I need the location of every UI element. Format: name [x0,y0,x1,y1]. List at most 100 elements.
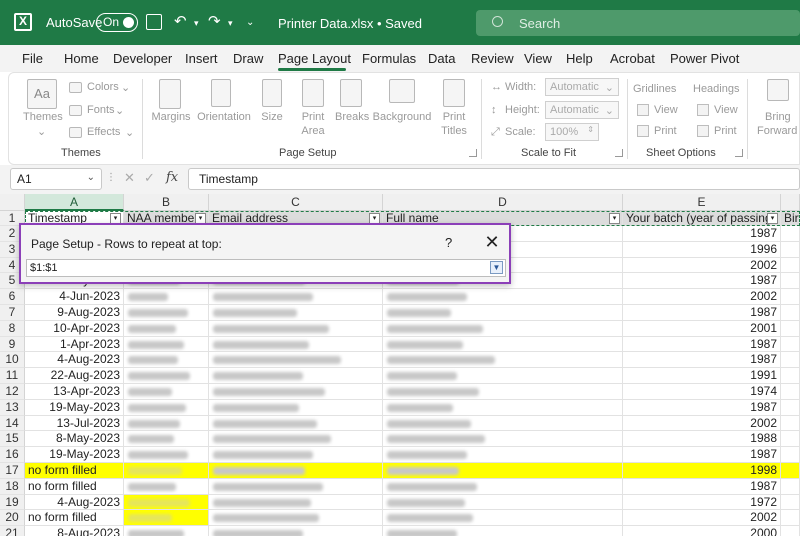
tab-review[interactable]: Review [471,51,514,66]
cell-email[interactable] [209,447,383,463]
cell-naa-member[interactable] [124,399,209,416]
cell-email[interactable] [209,368,383,384]
cell-timestamp[interactable]: 19-May-2023 [25,399,124,416]
column-header-c[interactable]: C [209,194,383,211]
cell-email[interactable] [209,336,383,353]
cell-full-name[interactable] [383,336,623,353]
cell-email[interactable] [209,399,383,416]
tab-file[interactable]: File [22,51,43,66]
cell-naa-member[interactable] [124,336,209,353]
cell-timestamp[interactable]: 9-Aug-2023 [25,305,124,321]
row-header-10[interactable]: 10 [0,352,25,369]
cell-birth[interactable] [781,494,800,511]
cell-naa-member[interactable] [124,415,209,432]
rows-range-input[interactable]: $1:$1 [26,259,506,277]
cell-timestamp[interactable]: 8-May-2023 [25,431,124,448]
cell-birth[interactable] [781,368,800,384]
cell-full-name[interactable] [383,368,623,384]
page-setup-launcher-icon[interactable] [469,149,477,157]
cell-batch[interactable]: 1987 [623,336,781,353]
cell-birth[interactable] [781,399,800,416]
headings-print-checkbox[interactable] [697,125,709,137]
filter-dropdown-icon[interactable]: ▾ [767,213,778,224]
cell-batch[interactable]: 1987 [623,352,781,369]
cell-birth[interactable] [781,226,800,242]
cell-batch[interactable]: 1998 [623,463,781,479]
cell-batch[interactable]: 2002 [623,257,781,274]
cell-naa-member[interactable] [124,510,209,527]
cell-timestamp[interactable]: 4-Jun-2023 [25,289,124,305]
cell-email[interactable] [209,305,383,321]
cell-email[interactable] [209,510,383,527]
cell-batch[interactable]: 1996 [623,241,781,258]
row-header-13[interactable]: 13 [0,399,25,416]
cell-birth[interactable] [781,447,800,463]
tab-developer[interactable]: Developer [113,51,172,66]
cell-timestamp[interactable]: 8-Aug-2023 [25,526,124,536]
row-header-9[interactable]: 9 [0,336,25,353]
cell-batch[interactable]: 2000 [623,526,781,536]
effects-button[interactable]: Effects [87,126,120,138]
redo-dropdown-icon[interactable]: ▾ [228,18,233,29]
cell-birth[interactable] [781,289,800,305]
print-titles-label-1[interactable]: Print [439,111,469,123]
cell-naa-member[interactable] [124,447,209,463]
cell-batch[interactable]: 1987 [623,399,781,416]
redo-icon[interactable]: ↷ [208,12,221,30]
cell-batch[interactable]: 1987 [623,273,781,290]
cell-naa-member[interactable] [124,478,209,495]
column-header-d[interactable]: D [383,194,623,211]
cell-batch[interactable]: 1974 [623,384,781,400]
cell-batch[interactable]: 1972 [623,494,781,511]
cell-naa-member[interactable] [124,463,209,479]
tab-draw[interactable]: Draw [233,51,263,66]
cell-timestamp[interactable]: 13-Jul-2023 [25,415,124,432]
print-area-label-1[interactable]: Print [298,111,328,123]
tab-home[interactable]: Home [64,51,99,66]
cell-birth[interactable] [781,241,800,258]
cell-email[interactable] [209,415,383,432]
save-icon[interactable] [146,14,162,30]
row-header-7[interactable]: 7 [0,305,25,321]
cell-full-name[interactable] [383,526,623,536]
row-header-12[interactable]: 12 [0,384,25,400]
cell-full-name[interactable] [383,352,623,369]
close-button[interactable]: ✕ [478,230,506,256]
cell-naa-member[interactable] [124,494,209,511]
cell-naa-member[interactable] [124,352,209,369]
header-cell-birth[interactable]: Birt [781,211,800,226]
undo-icon[interactable]: ↶ [174,12,187,30]
cell-birth[interactable] [781,257,800,274]
name-box[interactable]: A1 ⌄ [10,168,102,190]
tab-acrobat[interactable]: Acrobat [610,51,655,66]
size-button[interactable]: Size [261,111,283,123]
cell-birth[interactable] [781,336,800,353]
cell-birth[interactable] [781,305,800,321]
cell-birth[interactable] [781,463,800,479]
cell-timestamp[interactable]: no form filled [25,510,124,527]
customize-toolbar-icon[interactable]: ⌄ [246,17,254,28]
cell-email[interactable] [209,463,383,479]
cell-batch[interactable]: 1991 [623,368,781,384]
cell-naa-member[interactable] [124,305,209,321]
cell-naa-member[interactable] [124,320,209,337]
tab-formulas[interactable]: Formulas [362,51,416,66]
cell-birth[interactable] [781,431,800,448]
formula-input[interactable]: Timestamp [188,168,800,190]
column-header-f[interactable] [781,194,800,211]
row-header-14[interactable]: 14 [0,415,25,432]
cell-birth[interactable] [781,320,800,337]
row-header-15[interactable]: 15 [0,431,25,448]
cell-timestamp[interactable]: 4-Aug-2023 [25,494,124,511]
row-header-11[interactable]: 11 [0,368,25,384]
cell-birth[interactable] [781,510,800,527]
cell-email[interactable] [209,384,383,400]
width-select[interactable]: Automatic ⌄ [545,78,619,96]
cell-batch[interactable]: 1987 [623,226,781,242]
expand-dialog-icon[interactable]: ▼ [490,261,503,274]
tab-help[interactable]: Help [566,51,593,66]
autosave-toggle[interactable]: On [96,13,138,32]
cell-timestamp[interactable]: 1-Apr-2023 [25,336,124,353]
row-header-18[interactable]: 18 [0,478,25,495]
tab-power-pivot[interactable]: Power Pivot [670,51,739,66]
